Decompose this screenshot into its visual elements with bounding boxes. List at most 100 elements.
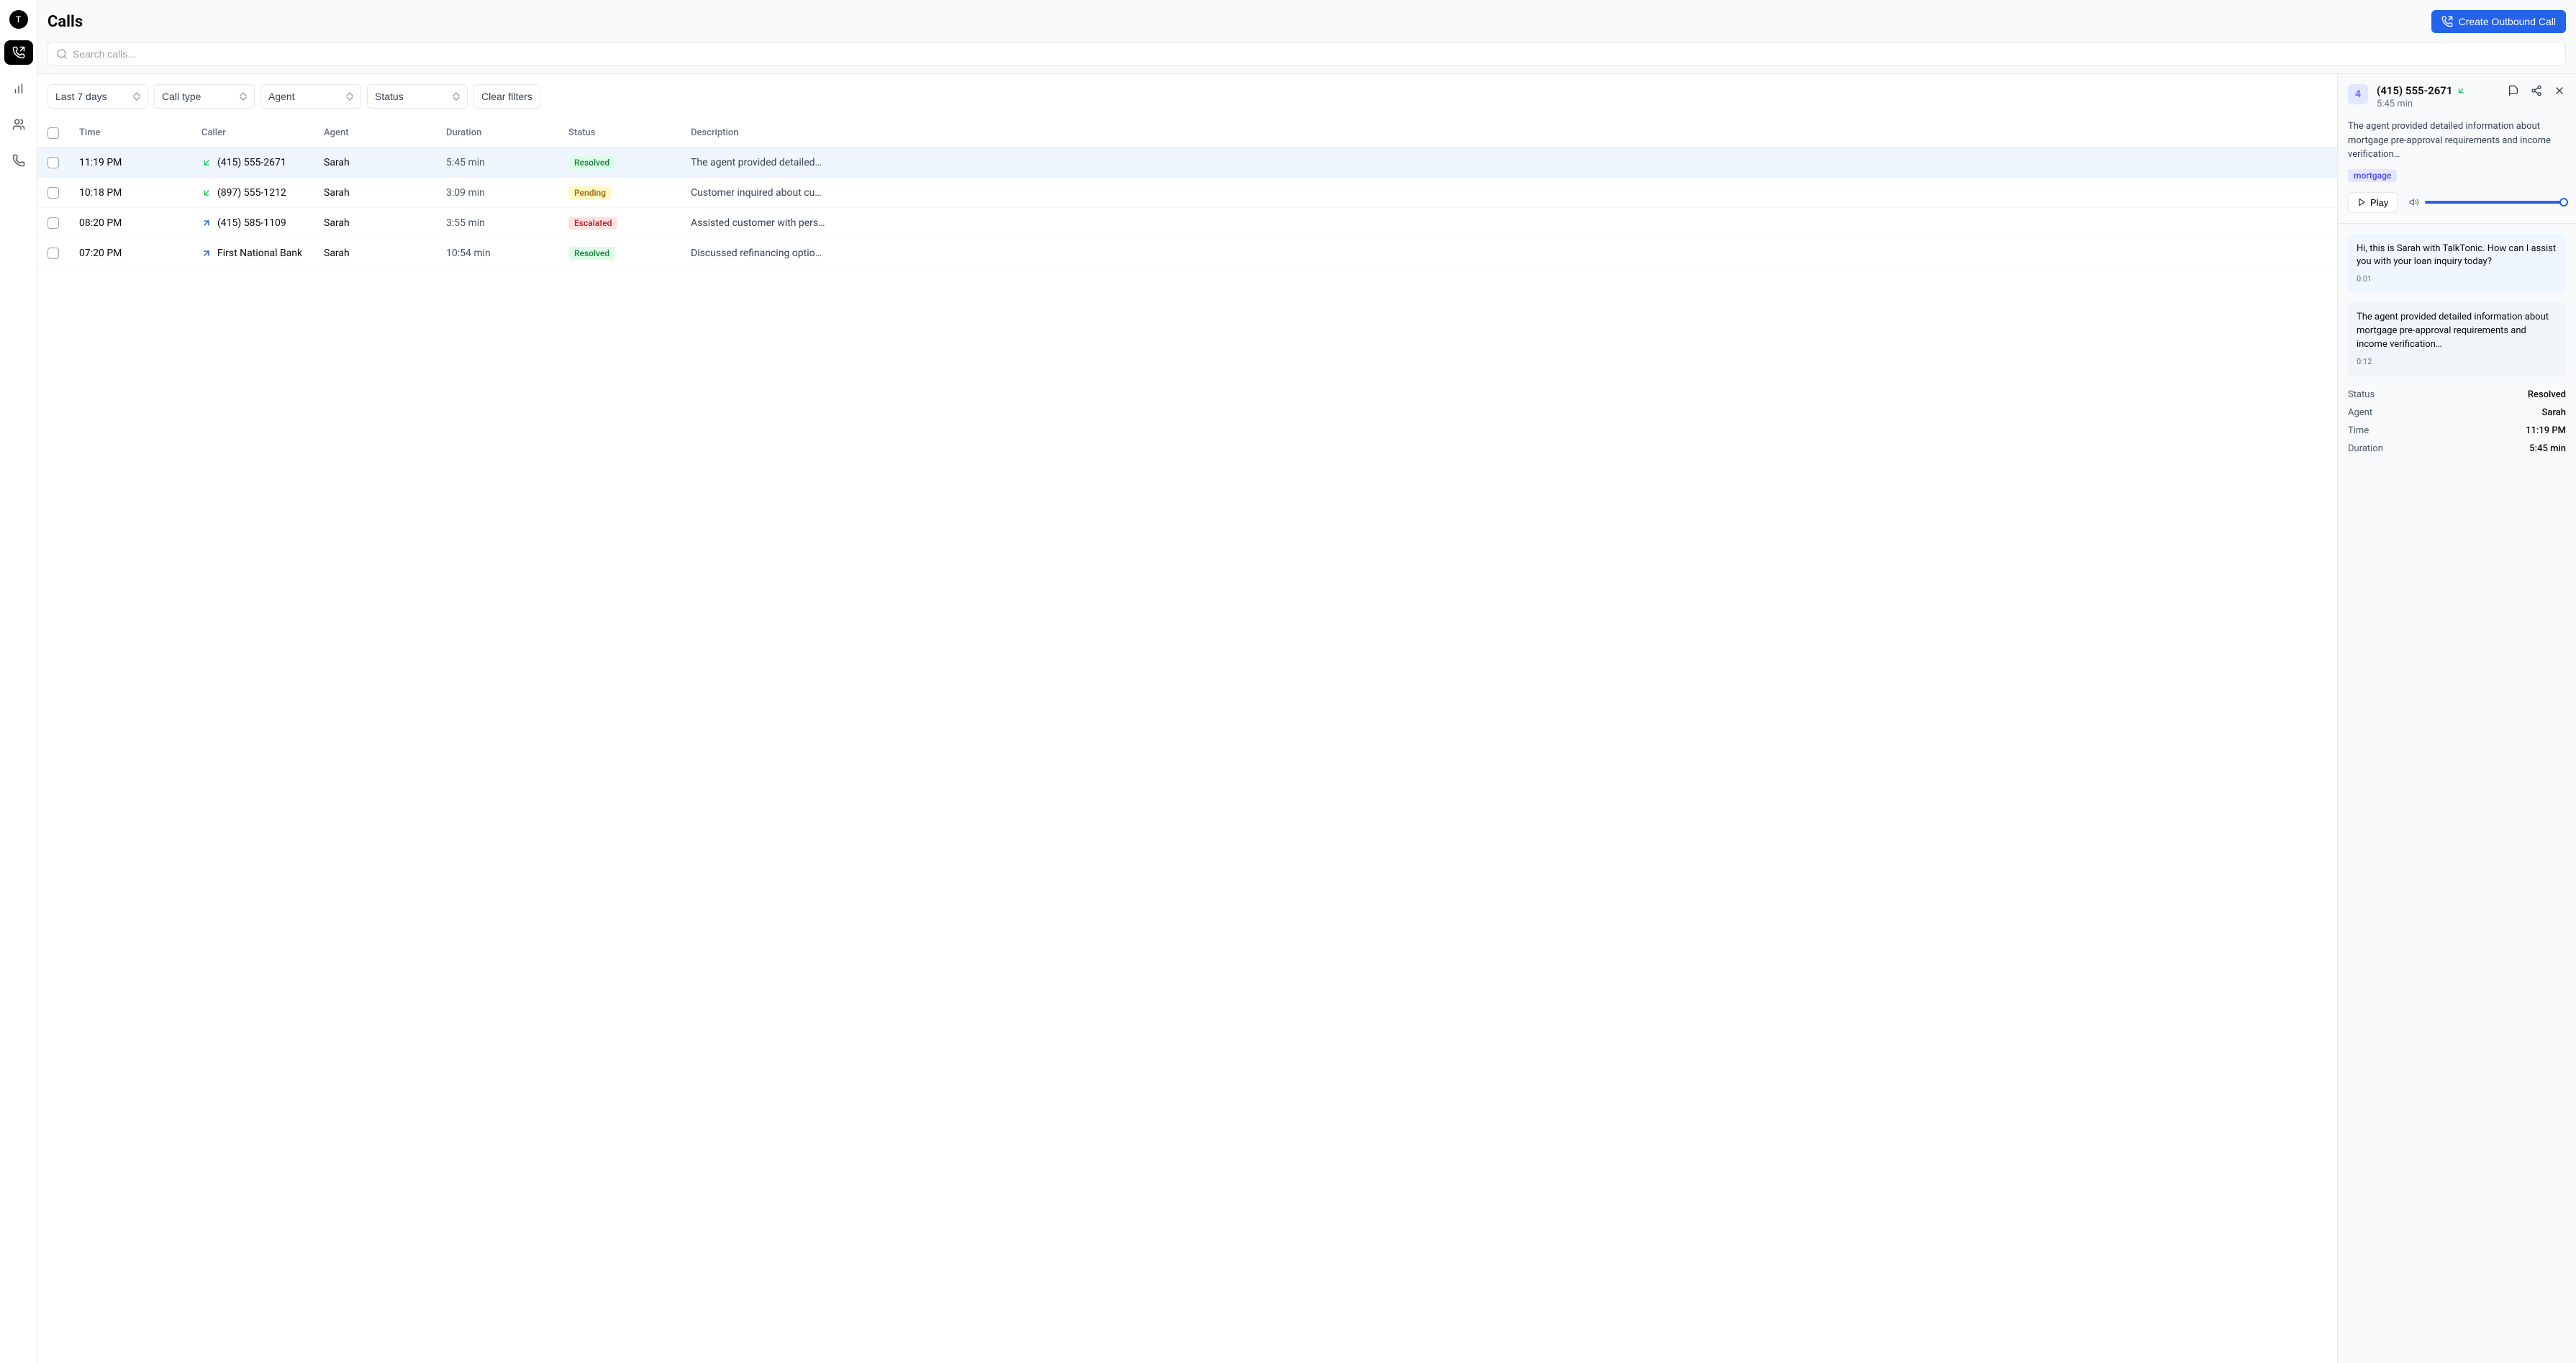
flag-icon (2508, 85, 2519, 96)
filter-status[interactable]: Status (367, 84, 468, 109)
nav-dialer[interactable] (4, 148, 33, 173)
select-all-checkbox[interactable] (47, 127, 59, 139)
call-summary: The agent provided detailed information … (2338, 119, 2576, 169)
arrow-down-left-icon (201, 188, 212, 198)
row-checkbox[interactable] (47, 217, 59, 229)
status-badge: Resolved (568, 156, 615, 169)
chevrons-up-down-icon (240, 92, 247, 101)
filter-agent[interactable]: Agent (260, 84, 361, 109)
row-duration: 5:45 min (446, 157, 568, 168)
search-input[interactable] (47, 42, 2566, 66)
transcript-message: Hi, this is Sarah with TalkTonic. How ca… (2348, 234, 2566, 294)
phone-outgoing-icon (12, 46, 25, 59)
sidebar-nav: T (0, 0, 37, 1363)
share-button[interactable] (2530, 84, 2543, 97)
row-agent: Sarah (324, 217, 446, 229)
filter-bar: Last 7 days Call type (37, 74, 2337, 119)
call-meta: Status Resolved Agent Sarah Time 11:19 P… (2338, 386, 2576, 464)
transcript-text: The agent provided detailed information … (2357, 311, 2557, 352)
row-caller: First National Bank (217, 248, 302, 259)
row-description: The agent provided detailed… (691, 157, 2327, 168)
row-description: Assisted customer with pers… (691, 217, 2327, 229)
clear-filters-label: Clear filters (481, 91, 532, 102)
chevrons-up-down-icon (346, 92, 353, 101)
filter-call-type[interactable]: Call type (154, 84, 255, 109)
row-description: Customer inquired about cu… (691, 187, 2327, 199)
meta-agent-label: Agent (2348, 407, 2372, 418)
column-duration[interactable]: Duration (446, 127, 568, 138)
play-button[interactable]: Play (2348, 192, 2398, 213)
filter-time-range[interactable]: Last 7 days (47, 84, 148, 109)
status-badge: Escalated (568, 217, 617, 230)
transcript: Hi, this is Sarah with TalkTonic. How ca… (2338, 223, 2576, 386)
call-tag[interactable]: mortgage (2348, 169, 2397, 182)
meta-duration-label: Duration (2348, 443, 2383, 454)
meta-agent-value: Sarah (2542, 407, 2566, 418)
table-row[interactable]: 08:20 PM(415) 585-1109Sarah3:55 minEscal… (37, 208, 2337, 238)
row-time: 10:18 PM (79, 187, 201, 199)
play-button-label: Play (2370, 197, 2388, 208)
column-status[interactable]: Status (568, 127, 691, 138)
table-header: Time Caller Agent Duration Status Descri… (37, 119, 2337, 148)
users-icon (12, 118, 25, 131)
row-checkbox[interactable] (47, 187, 59, 199)
filter-agent-label: Agent (268, 91, 295, 102)
row-checkbox[interactable] (47, 157, 59, 168)
page-title: Calls (47, 13, 83, 31)
transcript-message: The agent provided detailed information … (2348, 302, 2566, 376)
column-agent[interactable]: Agent (324, 127, 446, 138)
nav-users[interactable] (4, 112, 33, 137)
play-icon (2357, 198, 2366, 207)
arrow-down-left-icon (2457, 86, 2465, 95)
row-description: Discussed refinancing optio… (691, 248, 2327, 259)
row-caller: (897) 555-1212 (217, 187, 286, 199)
table-row[interactable]: 07:20 PM First National Bank Sarah10:54 mi… (37, 238, 2337, 268)
transcript-time: 0:12 (2357, 356, 2557, 368)
column-time[interactable]: Time (79, 127, 201, 138)
table-row[interactable]: 11:19 PM(415) 555-2671Sarah5:45 minResol… (37, 148, 2337, 178)
close-icon (2554, 85, 2565, 96)
call-detail-duration: 5:45 min (2377, 99, 2498, 109)
row-duration: 3:09 min (446, 187, 568, 199)
create-button-label: Create Outbound Call (2459, 16, 2556, 27)
row-time: 08:20 PM (79, 217, 201, 229)
chevrons-up-down-icon (133, 92, 140, 101)
close-detail-button[interactable] (2553, 84, 2566, 97)
row-agent: Sarah (324, 187, 446, 199)
meta-duration-value: 5:45 min (2529, 443, 2566, 454)
audio-slider[interactable] (2425, 201, 2566, 204)
filter-call-type-label: Call type (162, 91, 201, 102)
column-caller[interactable]: Caller (201, 127, 324, 138)
volume-icon (2409, 197, 2419, 207)
clear-filters-button[interactable]: Clear filters (473, 84, 540, 109)
workspace-avatar[interactable]: T (9, 10, 28, 29)
nav-analytics[interactable] (4, 76, 33, 101)
row-checkbox[interactable] (47, 248, 59, 259)
meta-status-label: Status (2348, 389, 2375, 400)
filter-status-label: Status (375, 91, 404, 102)
transcript-time: 0:01 (2357, 273, 2557, 285)
arrow-down-left-icon (201, 158, 212, 168)
row-caller: (415) 555-2671 (217, 157, 286, 168)
nav-calls[interactable] (4, 40, 33, 65)
table-row[interactable]: 10:18 PM (897) 555-1212 Sarah3:09 minPendi… (37, 178, 2337, 208)
row-agent: Sarah (324, 248, 446, 259)
filter-time-range-label: Last 7 days (55, 91, 107, 102)
row-time: 07:20 PM (79, 248, 201, 259)
row-caller: (415) 585-1109 (217, 217, 286, 229)
audio-slider-thumb[interactable] (2559, 198, 2568, 207)
status-badge: Pending (568, 186, 612, 199)
create-outbound-call-button[interactable]: Create Outbound Call (2431, 10, 2566, 33)
call-detail-title: (415) 555-2671 (2377, 84, 2452, 97)
row-duration: 10:54 min (446, 248, 568, 259)
call-detail-avatar: 4 (2348, 84, 2368, 104)
call-detail-panel: 4 (415) 555-2671 5:45 min (2337, 74, 2576, 1363)
meta-time-label: Time (2348, 425, 2369, 436)
chevrons-up-down-icon (453, 92, 460, 101)
column-description[interactable]: Description (691, 127, 2327, 138)
flag-button[interactable] (2507, 84, 2520, 97)
phone-outgoing-icon (2441, 16, 2453, 27)
status-badge: Resolved (568, 247, 615, 260)
calls-table: Time Caller Agent Duration Status Descri… (37, 119, 2337, 1363)
row-agent: Sarah (324, 157, 446, 168)
